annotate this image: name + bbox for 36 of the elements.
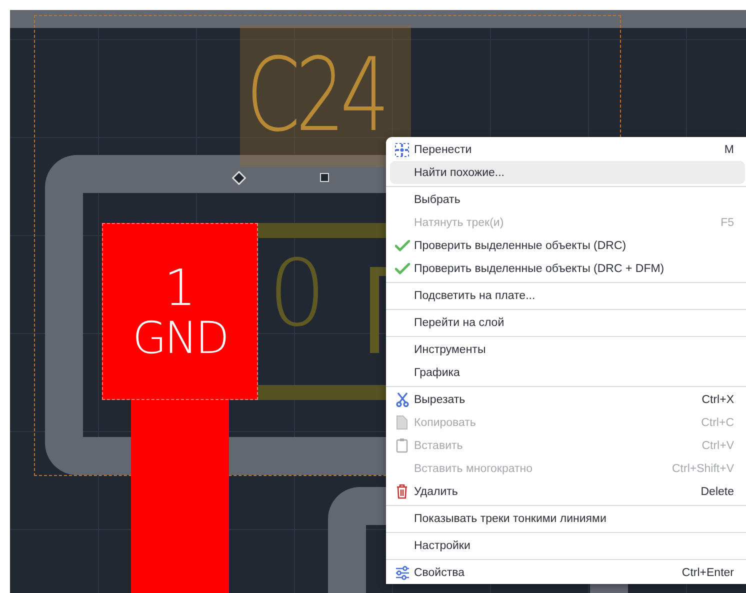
shortcut-label: Ctrl+Enter	[682, 566, 734, 578]
component-value: 0	[268, 248, 327, 340]
menu-item[interactable]: Вырезать Ctrl+X	[390, 388, 745, 411]
menu-item[interactable]: Проверить выделенные объекты (DRC)	[390, 234, 745, 257]
menu-item[interactable]: Показывать треки тонкими линиями	[390, 507, 745, 530]
menu-item[interactable]: Подсветить на плате...	[390, 284, 745, 307]
diamond-handle[interactable]	[232, 171, 246, 185]
shortcut-label: Ctrl+C	[701, 416, 734, 428]
shortcut-label: Ctrl+X	[702, 394, 734, 406]
pad-number: 1	[164, 262, 196, 312]
menu-item[interactable]: Перенести M	[390, 138, 745, 161]
shortcut-label: F5	[720, 216, 734, 228]
shortcut-label: Ctrl+Shift+V	[672, 462, 734, 474]
checkmark-icon	[394, 262, 410, 274]
shortcut-label: M	[724, 144, 734, 156]
menu-item[interactable]: Настройки	[390, 534, 745, 557]
sliders-icon	[394, 566, 410, 580]
net-name: GND	[132, 316, 228, 360]
trash-icon	[396, 484, 408, 499]
menu-item[interactable]: Свойства Ctrl+Enter	[390, 561, 745, 584]
menu-item[interactable]: Найти похожие...	[390, 161, 745, 184]
menu-item[interactable]: Инструменты	[390, 338, 745, 361]
menu-item[interactable]: Перейти на слой	[390, 311, 745, 334]
menu-item[interactable]: Проверить выделенные объекты (DRC + DFM)	[390, 257, 745, 280]
scissors-icon	[396, 392, 408, 407]
clipboard-icon	[396, 438, 408, 453]
checkmark-icon	[394, 240, 410, 252]
shortcut-label: Delete	[700, 486, 734, 498]
shortcut-label: Ctrl+V	[702, 440, 734, 452]
menu-item[interactable]: Выбрать	[390, 188, 745, 211]
document-icon	[396, 415, 408, 430]
menu-item[interactable]: Удалить Delete	[390, 480, 745, 503]
move-icon	[395, 142, 409, 156]
menu-item[interactable]: Графика	[390, 361, 745, 384]
square-handle[interactable]	[320, 173, 329, 182]
component-label: C24	[246, 45, 385, 147]
